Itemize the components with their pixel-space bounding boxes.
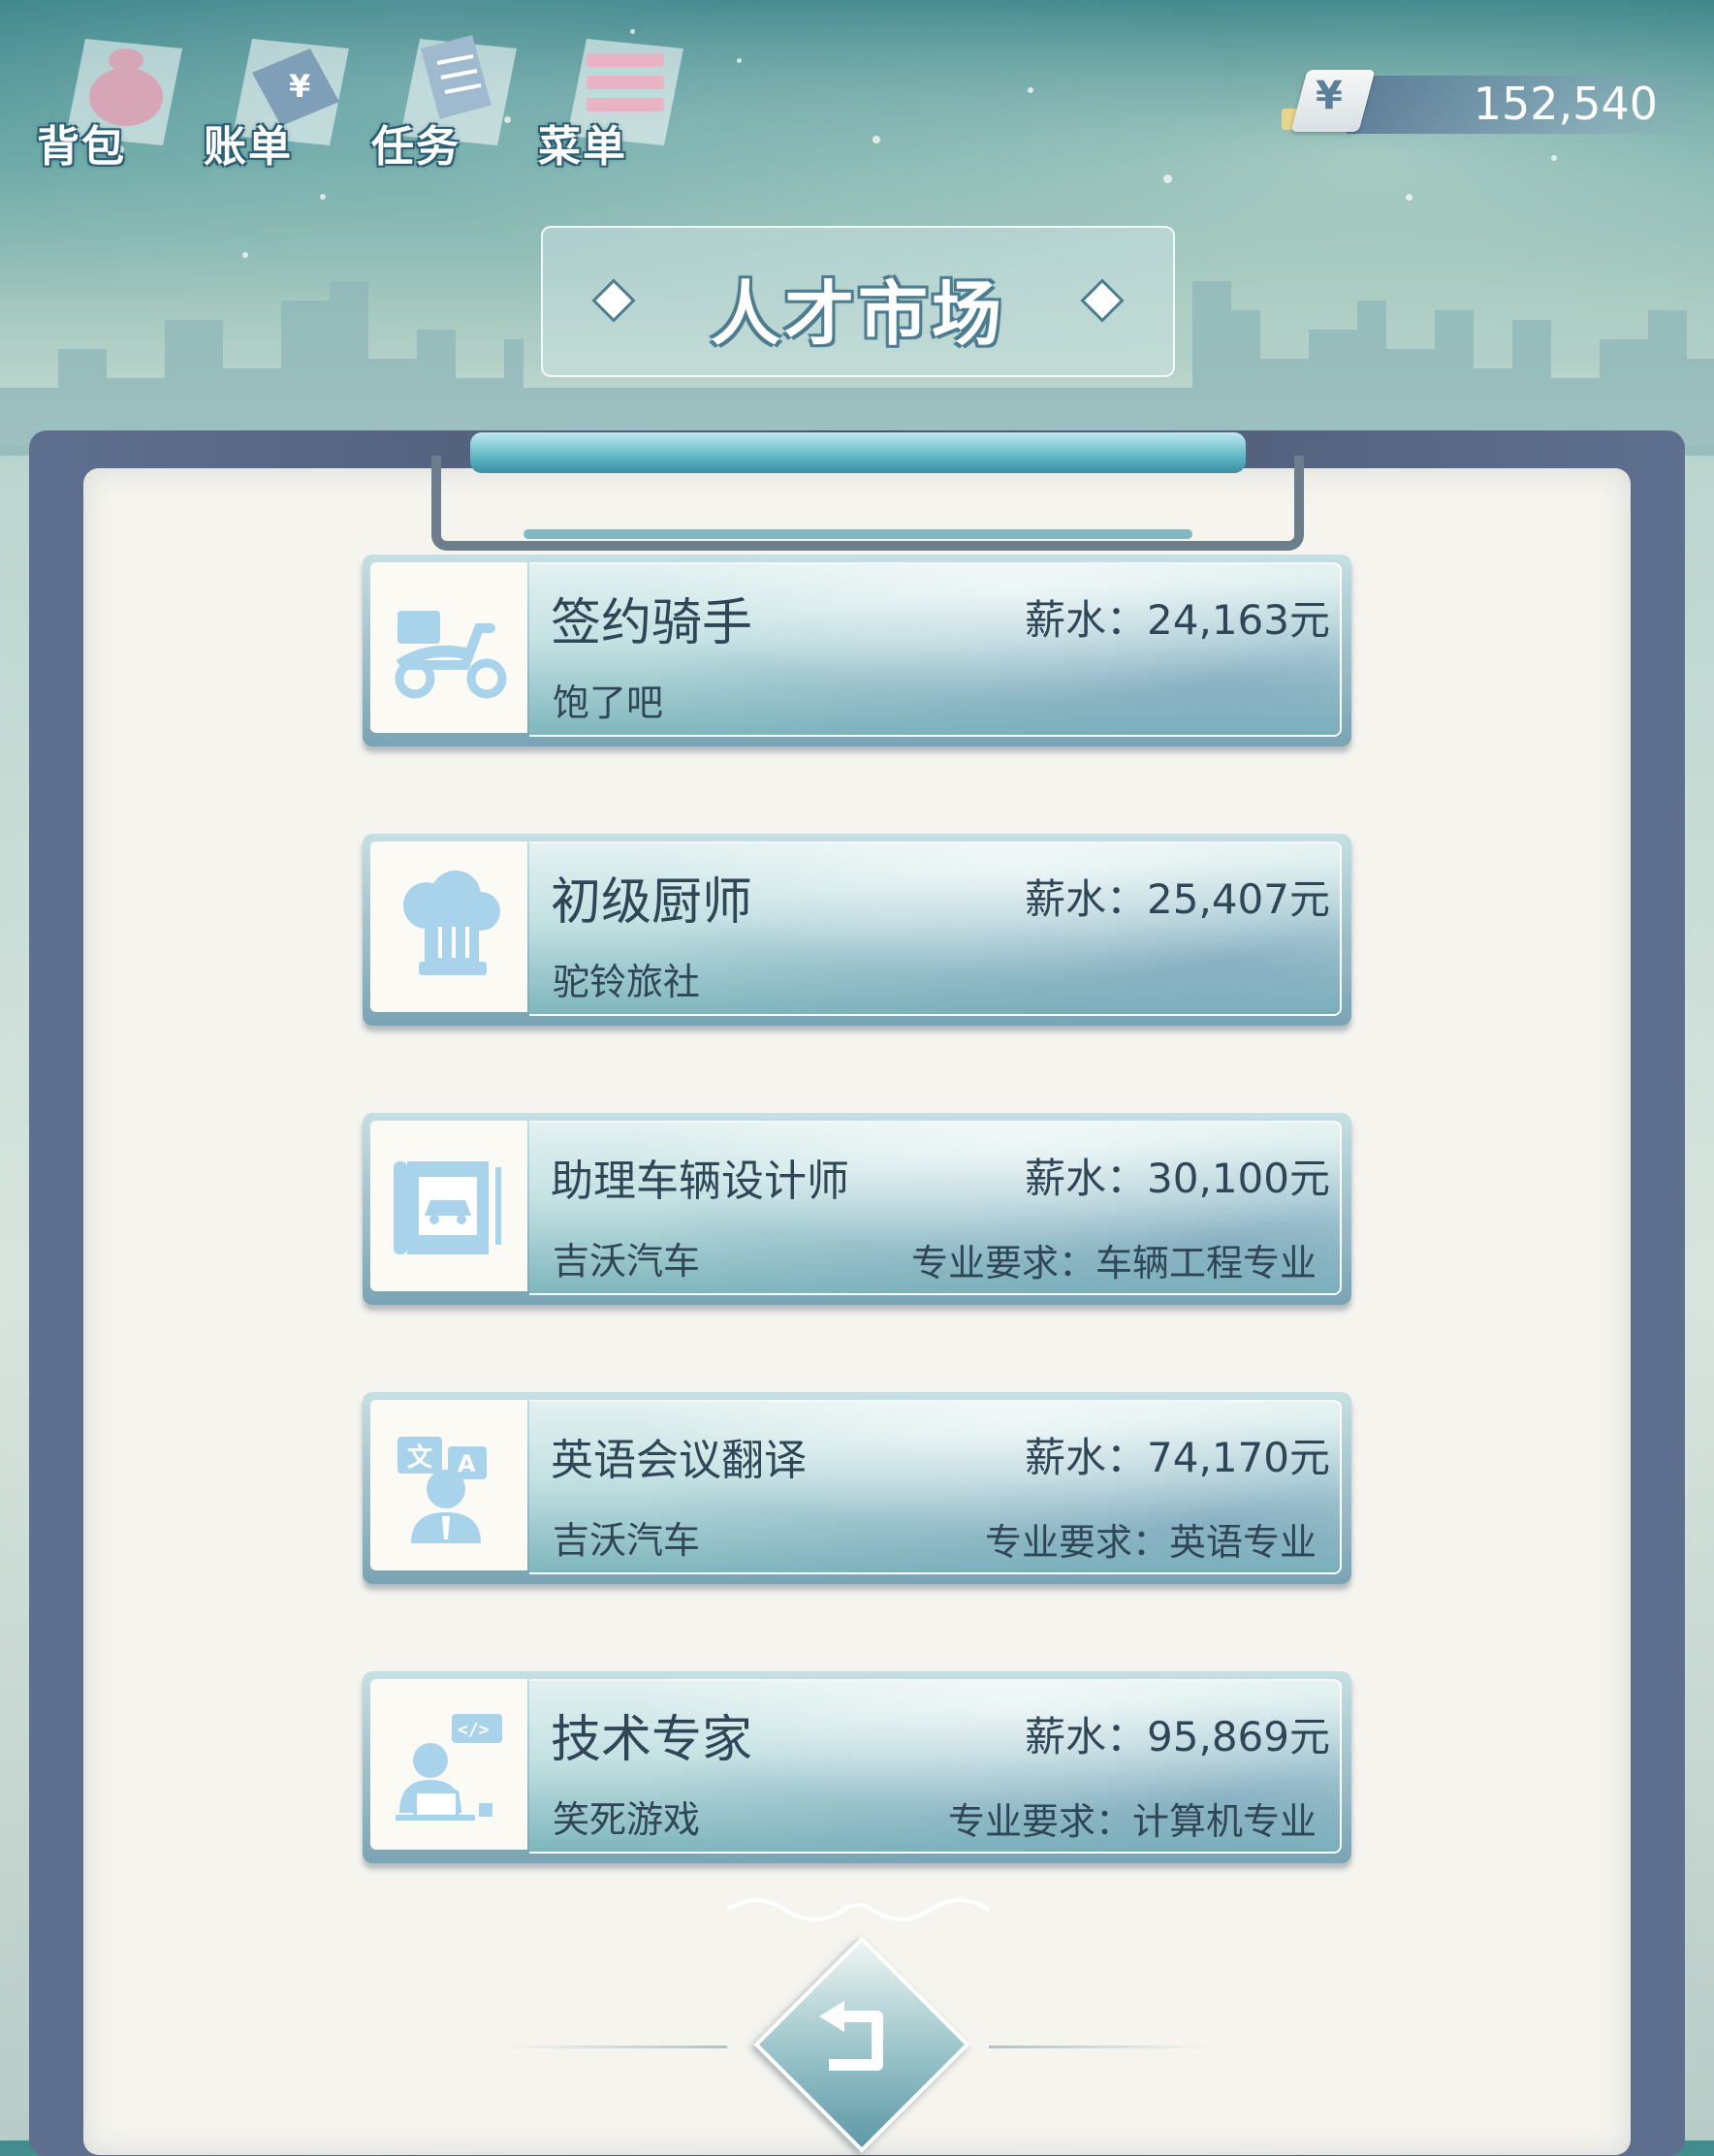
nav-menu-label: 菜单 xyxy=(538,122,627,172)
job-salary: 薪水：30,100元 xyxy=(1025,1155,1330,1202)
job-salary: 薪水：74,170元 xyxy=(1025,1434,1330,1481)
job-title: 助理车辆设计师 xyxy=(551,1157,849,1206)
svg-text:¥: ¥ xyxy=(289,68,310,105)
job-card-tech-expert[interactable]: </> 技术专家 薪水：95,869元 笑死游戏 专业要求：计算机专业 xyxy=(363,1671,1351,1863)
job-icon-box xyxy=(370,562,527,733)
svg-text:A: A xyxy=(458,1450,476,1477)
snowflake xyxy=(1406,194,1412,201)
job-title: 英语会议翻译 xyxy=(551,1436,807,1485)
job-title: 初级厨师 xyxy=(551,873,753,932)
nav-task-button[interactable]: 任务 xyxy=(371,10,526,174)
snowflake xyxy=(1028,87,1033,93)
snowflake xyxy=(873,136,880,143)
nav-task-label: 任务 xyxy=(371,122,460,172)
job-card-rider[interactable]: 签约骑手 薪水：24,163元 饱了吧 xyxy=(363,555,1351,746)
page-title-plaque: 人才市场 xyxy=(541,226,1175,377)
job-title: 技术专家 xyxy=(551,1711,753,1769)
job-requirement: 专业要求：英语专业 xyxy=(984,1521,1317,1564)
job-company: 笑死游戏 xyxy=(553,1798,701,1841)
job-salary: 薪水：25,407元 xyxy=(1025,875,1330,923)
nav-bill-label: 账单 xyxy=(204,122,293,172)
nav-bag-button[interactable]: 背包 xyxy=(37,10,192,174)
translator-icon: 文 A xyxy=(397,1437,487,1543)
nav-bill-button[interactable]: ¥ 账单 xyxy=(204,10,359,174)
job-icon-box xyxy=(370,1121,527,1291)
job-company: 驼铃旅社 xyxy=(553,961,701,1003)
programmer-icon: </> xyxy=(396,1714,502,1821)
job-icon-box xyxy=(370,841,527,1012)
job-card-translator[interactable]: 文 A 英语会议翻译 薪水：74,170元 吉沃汽车 专业要求：英语专业 xyxy=(363,1392,1351,1584)
svg-text:文: 文 xyxy=(407,1443,433,1473)
snowflake xyxy=(737,58,742,63)
back-arrow-icon[interactable] xyxy=(809,1997,906,2084)
snowflake xyxy=(1551,155,1557,161)
job-requirement: 专业要求：计算机专业 xyxy=(947,1800,1317,1843)
job-details: 初级厨师 薪水：25,407元 驼铃旅社 xyxy=(529,841,1342,1016)
job-company: 饱了吧 xyxy=(553,682,664,724)
job-company: 吉沃汽车 xyxy=(553,1519,701,1562)
job-icon-box: </> xyxy=(370,1679,527,1850)
job-details: 签约骑手 薪水：24,163元 饱了吧 xyxy=(529,562,1342,737)
page-title: 人才市场 xyxy=(710,273,1005,355)
scooter-icon xyxy=(395,611,507,699)
job-company: 吉沃汽车 xyxy=(553,1240,701,1283)
nav-bag-label: 背包 xyxy=(37,122,126,172)
job-details: 助理车辆设计师 薪水：30,100元 吉沃汽车 专业要求：车辆工程专业 xyxy=(529,1121,1342,1295)
divider-line-left xyxy=(504,2045,727,2048)
job-details: 英语会议翻译 薪水：74,170元 吉沃汽车 专业要求：英语专业 xyxy=(529,1400,1342,1574)
job-title: 签约骑手 xyxy=(551,594,753,652)
job-card-chef[interactable]: 初级厨师 薪水：25,407元 驼铃旅社 xyxy=(363,834,1351,1026)
job-icon-box: 文 A xyxy=(370,1400,527,1570)
snowflake xyxy=(1163,174,1172,183)
divider-line-right xyxy=(989,2045,1212,2048)
snowflake xyxy=(320,194,326,200)
clipboard-clip-bar xyxy=(470,432,1246,473)
yen-icon: ¥ xyxy=(1316,74,1343,118)
clipboard-clip-rail xyxy=(524,529,1192,539)
job-salary: 薪水：24,163元 xyxy=(1025,596,1330,644)
job-card-vehicle-designer[interactable]: 助理车辆设计师 薪水：30,100元 吉沃汽车 专业要求：车辆工程专业 xyxy=(363,1113,1351,1305)
job-details: 技术专家 薪水：95,869元 笑死游戏 专业要求：计算机专业 xyxy=(529,1679,1342,1854)
balance-value: 152,540 xyxy=(1473,78,1658,130)
nav-menu-button[interactable]: 菜单 xyxy=(538,10,693,174)
job-salary: 薪水：95,869元 xyxy=(1025,1713,1330,1760)
chef-hat-icon xyxy=(403,871,500,975)
car-blueprint-icon xyxy=(394,1161,501,1254)
svg-text:</>: </> xyxy=(458,1720,490,1740)
job-requirement: 专业要求：车辆工程专业 xyxy=(910,1242,1317,1284)
flourish-ornament xyxy=(725,1898,991,1921)
